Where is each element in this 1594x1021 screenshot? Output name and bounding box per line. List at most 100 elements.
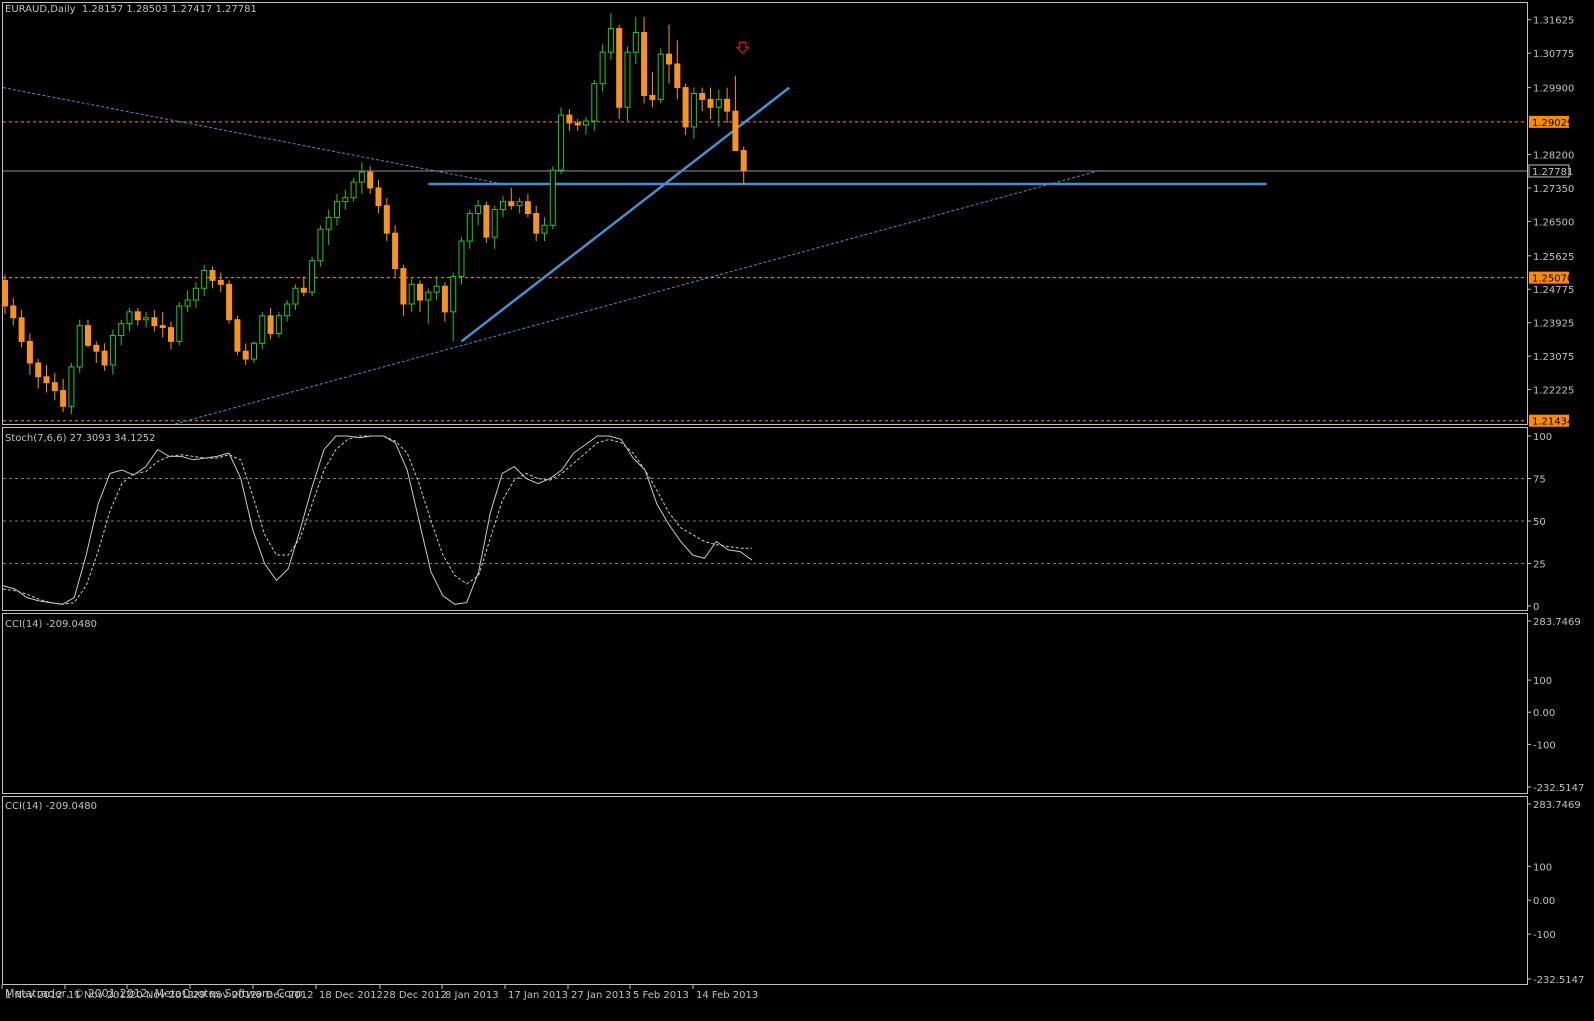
candle-body: [292, 287, 299, 305]
stoch-tick-label: 100: [1533, 432, 1552, 443]
dotted-resistance-line: [2, 87, 504, 185]
price-level-label: 1.29029: [1532, 118, 1573, 129]
cci2-pane-frame: [2, 796, 1528, 985]
candle-body: [383, 205, 390, 234]
candle-body: [118, 323, 125, 336]
candle-body: [616, 28, 623, 108]
candle-body: [209, 270, 216, 281]
cci1-title: CCI(14) -209.0480: [5, 619, 97, 630]
time-tick-label: 14 Feb 2013: [696, 990, 758, 1001]
candle-body: [10, 305, 17, 319]
price-tick-label: 1.30775: [1533, 49, 1574, 60]
candle-body: [234, 319, 241, 352]
candle-body: [466, 213, 473, 242]
candle-body: [724, 98, 731, 112]
candle-body: [350, 181, 357, 199]
candle-body: [508, 201, 515, 207]
stoch-layer: 100 75 50 25 0: [2, 432, 1552, 613]
time-tick-label: 27 Jan 2013: [571, 990, 631, 1001]
candle-body: [43, 376, 50, 384]
stoch-main-line: [2, 435, 753, 605]
candle-body: [666, 53, 672, 65]
candle-body: [275, 315, 282, 335]
price-axis: 1.29029 1.25070 1.21434 1.27781 1.31625 1.307…: [1527, 16, 1574, 428]
candle-body: [574, 122, 581, 126]
candle-body: [441, 285, 448, 313]
uptrend-line: [460, 86, 791, 343]
cci-tick-label: 283.7469: [1533, 617, 1581, 628]
candle-body: [408, 283, 415, 305]
candle-body: [242, 350, 249, 360]
price-level-label: 1.25070: [1532, 274, 1573, 285]
candle-body: [334, 201, 340, 218]
candle-body: [126, 311, 133, 325]
price-tick-label: 1.25625: [1533, 252, 1574, 263]
price-tick-label: 1.23925: [1533, 319, 1574, 330]
candle-body: [93, 344, 100, 352]
candle-body: [400, 268, 407, 305]
candle-body: [325, 216, 332, 230]
candle-body: [143, 317, 150, 321]
candle-body: [690, 92, 697, 128]
candle-body: [732, 110, 739, 152]
candle-body: [192, 287, 199, 301]
candle-body: [475, 205, 482, 215]
time-tick-label: 28 Dec 2012: [383, 990, 447, 1001]
candle-body: [217, 279, 224, 285]
candle-body: [641, 32, 648, 96]
candle-body: [309, 260, 316, 293]
candle-body: [715, 98, 722, 108]
candle-body: [558, 114, 565, 171]
candle-body: [674, 63, 681, 89]
cci2-layer: 283.7469 100 0.00 -100 -232.5147: [1527, 800, 1584, 986]
cci-tick-label: 0.00: [1533, 708, 1555, 719]
candle-body: [184, 299, 191, 307]
candle-body: [317, 228, 324, 262]
cci-tick-label: -100: [1533, 930, 1556, 941]
candle-body: [176, 305, 183, 342]
main-pane-frame: [2, 2, 1528, 425]
chart-canvas[interactable]: 1.29029 1.25070 1.21434 1.27781 1.31625 1.307…: [0, 0, 1594, 1018]
cci1-pane-frame: [2, 613, 1528, 794]
candle-body: [358, 171, 365, 183]
time-tick-label: 18 Dec 2012: [319, 990, 383, 1001]
cci-tick-label: 100: [1533, 862, 1552, 873]
candle-body: [566, 114, 573, 124]
cci-tick-label: 0.00: [1533, 896, 1555, 907]
down-arrow-icon: [735, 41, 751, 55]
stoch-pane-frame: [2, 427, 1528, 611]
dotted-support-line: [175, 169, 1101, 425]
stoch-tick-label: 50: [1533, 517, 1546, 528]
candle-body: [267, 315, 274, 335]
candle-body: [425, 291, 432, 301]
time-tick-label: 17 Jan 2013: [508, 990, 568, 1001]
candle-body: [450, 275, 457, 313]
cci-tick-label: 100: [1533, 676, 1552, 687]
time-tick-label: 5 Feb 2013: [633, 990, 689, 1001]
time-tick-label: 8 Jan 2013: [445, 990, 499, 1001]
price-tick-label: 1.26500: [1533, 217, 1574, 228]
candle-body: [226, 283, 233, 321]
candle-body: [533, 213, 540, 234]
candle-body: [699, 92, 706, 100]
price-tick-label: 1.31625: [1533, 16, 1574, 27]
candle-body: [109, 334, 116, 366]
candle-body: [583, 120, 589, 126]
stoch-tick-label: 0: [1533, 602, 1539, 613]
stoch-tick-label: 25: [1533, 560, 1546, 571]
copyright-text: Metatrader, © 2001-2012, MetaQuotes Soft…: [5, 987, 306, 1000]
candle-body: [159, 325, 166, 329]
candle-body: [599, 51, 606, 85]
metatrader-chart-window[interactable]: 1.29029 1.25070 1.21434 1.27781 1.31625 1.307…: [0, 0, 1594, 1018]
main-chart-title: EURAUD,Daily 1.28157 1.28503 1.27417 1.2…: [5, 4, 257, 15]
candle-body: [433, 285, 440, 293]
candle-body: [26, 340, 33, 364]
candle-body: [632, 32, 639, 53]
price-tick-label: 1.29900: [1533, 84, 1574, 95]
candle-body: [76, 325, 83, 368]
current-price-label: 1.27781: [1532, 167, 1573, 178]
trendlines-layer[interactable]: [2, 86, 1267, 425]
candle-body: [168, 327, 174, 342]
candle-body: [367, 171, 374, 189]
candle-body: [259, 315, 266, 344]
